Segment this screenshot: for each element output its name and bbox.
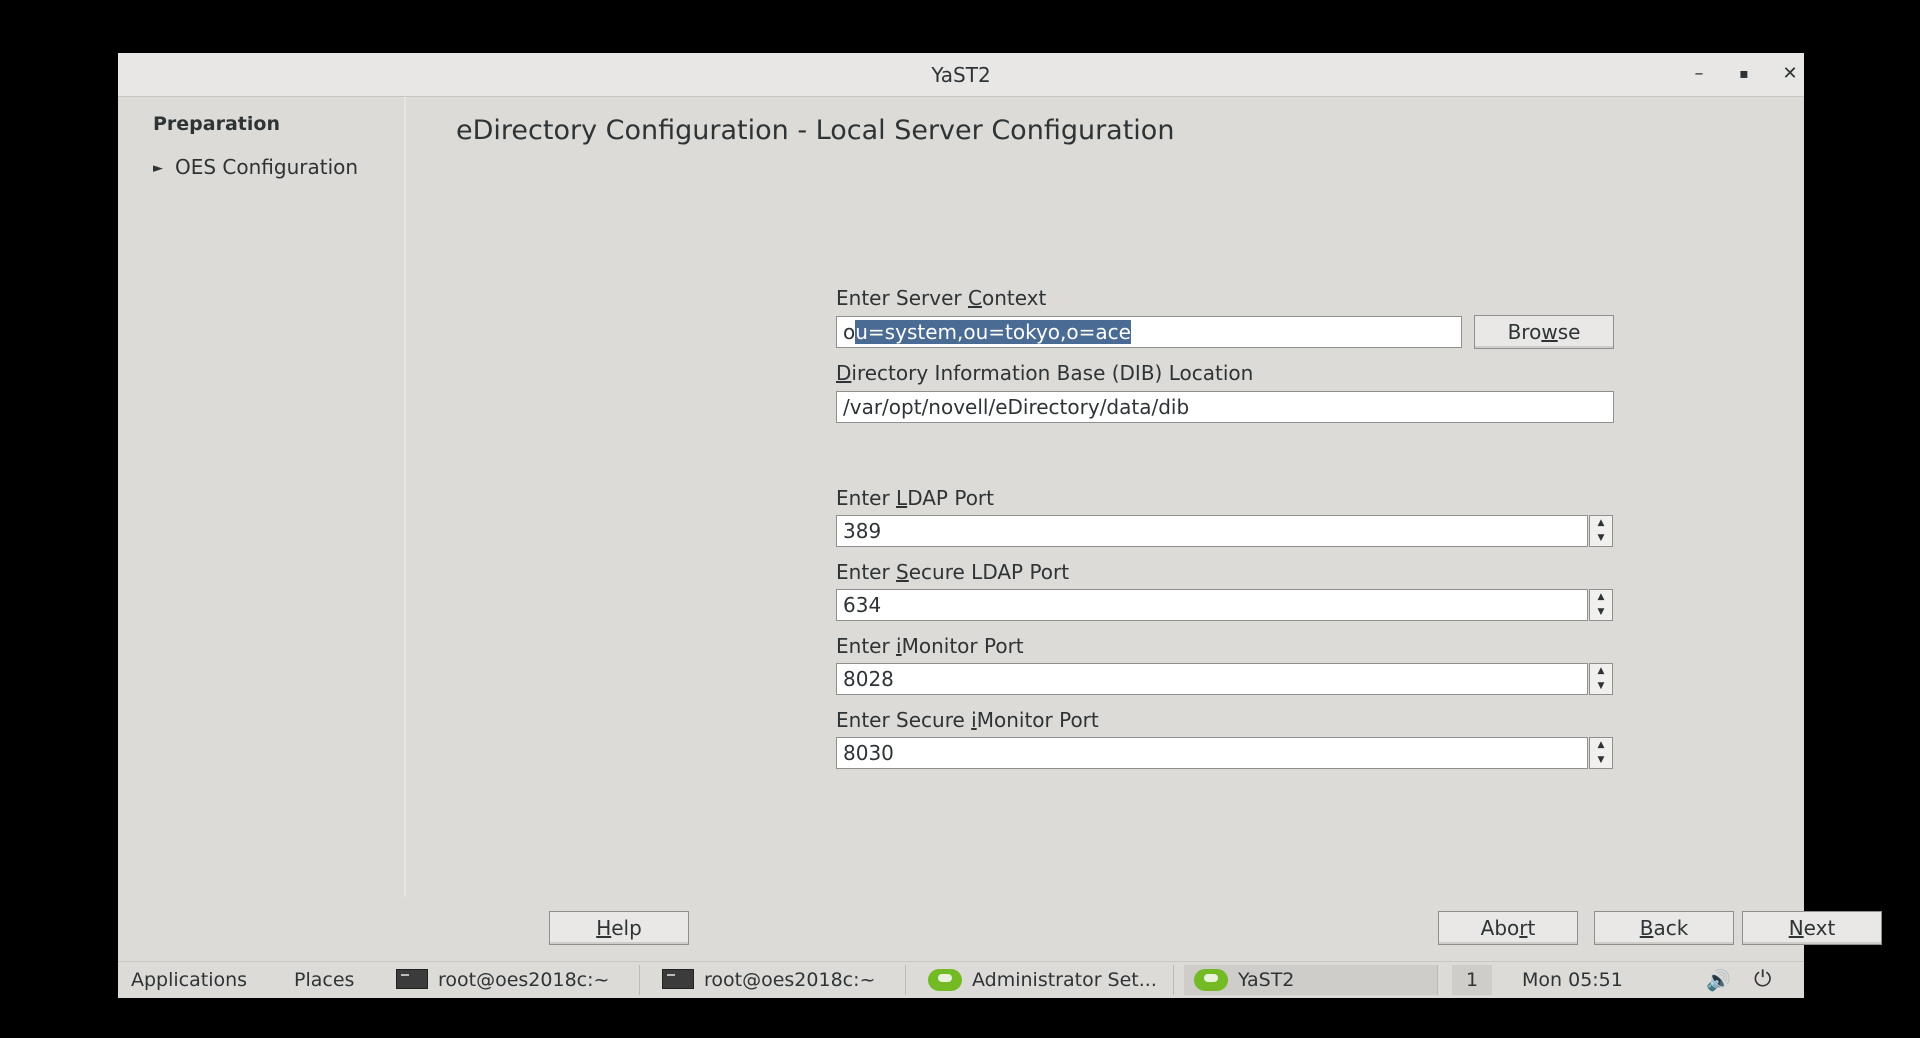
- dib-location-input[interactable]: /var/opt/novell/eDirectory/data/dib: [836, 391, 1614, 423]
- yast2-window: YaST2 – ▪ ✕ Preparation ► OES Configurati…: [118, 53, 1882, 998]
- ldap-port-stepper[interactable]: ▲ ▼: [1589, 515, 1613, 547]
- back-button[interactable]: Back: [1594, 911, 1734, 945]
- secure-imonitor-port-input[interactable]: 8030: [836, 737, 1588, 769]
- arrow-down-icon[interactable]: ▼: [1590, 605, 1612, 620]
- taskbar: Applications Places root@oes2018c:~ root…: [118, 961, 1804, 998]
- title-bar[interactable]: YaST2 – ▪ ✕: [118, 53, 1804, 97]
- arrow-up-icon[interactable]: ▲: [1590, 590, 1612, 605]
- sidebar-heading: Preparation: [153, 113, 280, 135]
- arrow-up-icon[interactable]: ▲: [1590, 738, 1612, 753]
- task-terminal-1[interactable]: root@oes2018c:~: [386, 965, 640, 995]
- clock[interactable]: Mon 05:51: [1522, 966, 1623, 994]
- abort-button[interactable]: Abort: [1438, 911, 1578, 945]
- close-button[interactable]: ✕: [1773, 59, 1807, 89]
- arrow-down-icon[interactable]: ▼: [1590, 679, 1612, 694]
- triangle-right-icon: ►: [153, 161, 163, 176]
- task-terminal-2[interactable]: root@oes2018c:~: [652, 965, 906, 995]
- browse-button[interactable]: Browse: [1474, 315, 1614, 349]
- workspace-switcher[interactable]: 1: [1452, 965, 1492, 995]
- sidebar-item-label: OES Configuration: [175, 155, 359, 179]
- secure-ldap-port-stepper[interactable]: ▲ ▼: [1589, 589, 1613, 621]
- sidebar: Preparation ► OES Configuration: [118, 97, 406, 897]
- secure-ldap-port-label: Enter Secure LDAP Port: [836, 560, 1070, 584]
- arrow-up-icon[interactable]: ▲: [1590, 664, 1612, 679]
- arrow-up-icon[interactable]: ▲: [1590, 516, 1612, 531]
- ldap-port-label: Enter LDAP Port: [836, 486, 994, 510]
- power-icon[interactable]: ⏻: [1754, 966, 1771, 994]
- window-title: YaST2: [931, 63, 991, 87]
- applications-menu[interactable]: Applications: [131, 966, 247, 994]
- terminal-icon: [662, 969, 694, 989]
- sidebar-item-oes-configuration[interactable]: ► OES Configuration: [153, 155, 358, 179]
- minimize-button[interactable]: –: [1682, 59, 1716, 89]
- imonitor-port-label: Enter iMonitor Port: [836, 634, 1024, 658]
- secure-ldap-port-input[interactable]: 634: [836, 589, 1588, 621]
- task-administrator-settings[interactable]: Administrator Set...: [918, 965, 1174, 995]
- yast-gecko-icon: [1194, 969, 1228, 991]
- next-button[interactable]: Next: [1742, 911, 1882, 945]
- secure-imonitor-port-stepper[interactable]: ▲ ▼: [1589, 737, 1613, 769]
- task-yast2[interactable]: YaST2: [1184, 965, 1438, 995]
- terminal-icon: [396, 969, 428, 989]
- ldap-port-input[interactable]: 389: [836, 515, 1588, 547]
- secure-imonitor-port-label: Enter Secure iMonitor Port: [836, 708, 1099, 732]
- server-context-label: Enter Server Context: [836, 286, 1047, 310]
- imonitor-port-stepper[interactable]: ▲ ▼: [1589, 663, 1613, 695]
- yast-gecko-icon: [928, 969, 962, 991]
- selected-text: u=system,ou=tokyo,o=ace: [855, 320, 1131, 344]
- server-context-input[interactable]: ou=system,ou=tokyo,o=ace: [836, 316, 1462, 348]
- places-menu[interactable]: Places: [294, 966, 354, 994]
- help-button[interactable]: Help: [549, 911, 689, 945]
- maximize-button[interactable]: ▪: [1727, 59, 1761, 89]
- page-title: eDirectory Configuration - Local Server …: [456, 115, 1175, 146]
- imonitor-port-input[interactable]: 8028: [836, 663, 1588, 695]
- volume-icon[interactable]: 🔊: [1706, 966, 1731, 994]
- arrow-down-icon[interactable]: ▼: [1590, 753, 1612, 768]
- arrow-down-icon[interactable]: ▼: [1590, 531, 1612, 546]
- main-content: eDirectory Configuration - Local Server …: [406, 97, 1882, 945]
- dib-location-label: Directory Information Base (DIB) Locatio…: [836, 361, 1254, 385]
